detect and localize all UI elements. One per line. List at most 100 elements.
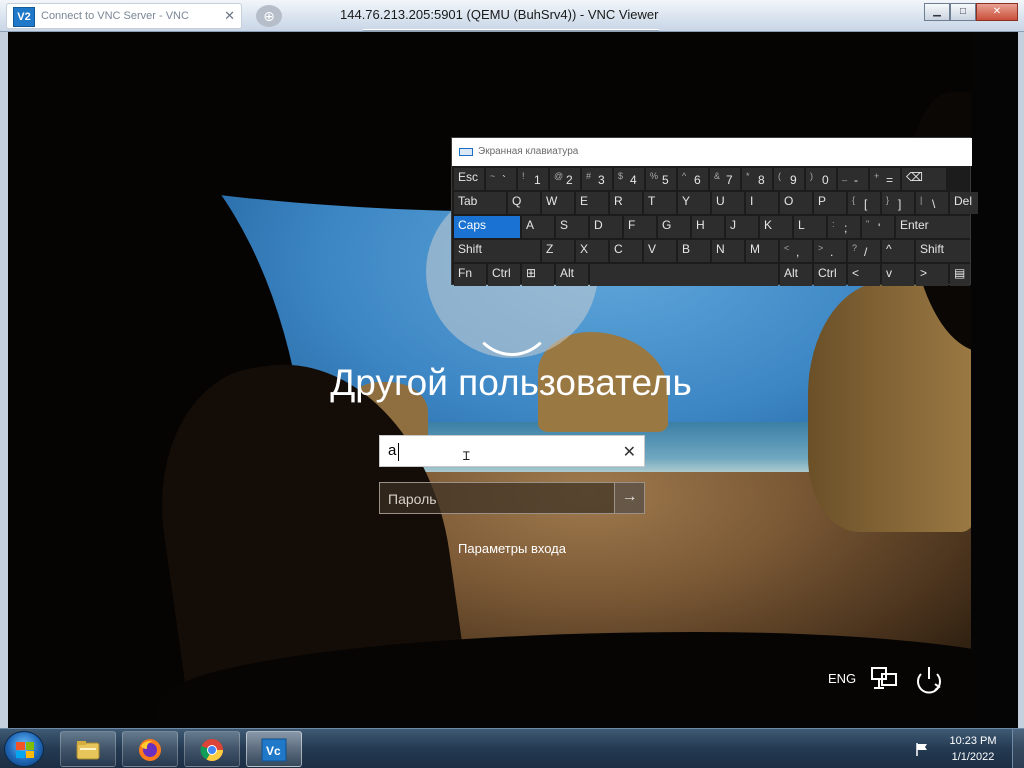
- osk-key[interactable]: U: [712, 192, 744, 214]
- osk-key[interactable]: ⌫: [902, 168, 946, 190]
- submit-arrow-button[interactable]: →: [614, 483, 644, 513]
- osk-key[interactable]: ^: [882, 240, 914, 262]
- osk-key[interactable]: J: [726, 216, 758, 238]
- osk-key[interactable]: N: [712, 240, 744, 262]
- osk-key[interactable]: Enter: [896, 216, 970, 238]
- osk-key[interactable]: G: [658, 216, 690, 238]
- osk-titlebar[interactable]: Экранная клавиатура: [452, 138, 972, 166]
- osk-key[interactable]: Del: [950, 192, 978, 214]
- osk-key[interactable]: Ctrl: [488, 264, 520, 286]
- tab-close-icon[interactable]: ✕: [224, 8, 235, 24]
- network-icon[interactable]: [870, 666, 900, 692]
- clear-icon[interactable]: ✕: [623, 442, 636, 462]
- remote-desktop[interactable]: Другой пользователь a Ɪ ✕ Пароль → Парам…: [8, 32, 1018, 728]
- osk-key[interactable]: % 5: [646, 168, 676, 190]
- osk-key[interactable]: " ': [862, 216, 894, 238]
- system-clock[interactable]: 10:23 PM 1/1/2022: [938, 733, 1008, 765]
- osk-key[interactable]: {[: [848, 192, 880, 214]
- show-desktop-button[interactable]: [1012, 729, 1024, 768]
- osk-key[interactable]: @2: [550, 168, 580, 190]
- osk-key[interactable]: Tab: [454, 192, 506, 214]
- osk-key[interactable]: #3: [582, 168, 612, 190]
- osk-key[interactable]: ~ `: [486, 168, 516, 190]
- user-name: Другой пользователь: [330, 362, 692, 403]
- signin-options-link[interactable]: Параметры входа: [428, 541, 596, 556]
- osk-key[interactable]: Shift: [916, 240, 970, 262]
- osk-key[interactable]: Shift: [454, 240, 540, 262]
- taskbar-explorer-button[interactable]: [60, 731, 116, 767]
- osk-key[interactable]: & 7: [710, 168, 740, 190]
- osk-key[interactable]: W: [542, 192, 574, 214]
- osk-key[interactable]: X: [576, 240, 608, 262]
- osk-key[interactable]: L: [794, 216, 826, 238]
- osk-key[interactable]: Y: [678, 192, 710, 214]
- osk-key-label: ⌫: [906, 170, 923, 184]
- osk-key[interactable]: O: [780, 192, 812, 214]
- osk-key[interactable]: Alt: [556, 264, 588, 286]
- start-button[interactable]: [4, 731, 44, 767]
- osk-key[interactable]: Fn: [454, 264, 486, 286]
- osk-key[interactable]: <,: [780, 240, 812, 262]
- osk-key[interactable]: (9: [774, 168, 804, 190]
- osk-key[interactable]: ? /: [848, 240, 880, 262]
- osk-key[interactable]: F: [624, 216, 656, 238]
- osk-key[interactable]: Caps: [454, 216, 520, 238]
- language-indicator[interactable]: ENG: [828, 671, 856, 686]
- osk-key[interactable]: M: [746, 240, 778, 262]
- osk-key[interactable]: _ -: [838, 168, 868, 190]
- maximize-button[interactable]: □: [950, 3, 976, 21]
- osk-key-label: I: [750, 194, 754, 208]
- osk-key[interactable]: B: [678, 240, 710, 262]
- osk-key[interactable]: ▤: [950, 264, 970, 286]
- osk-key[interactable]: >.: [814, 240, 846, 262]
- osk-key[interactable]: E: [576, 192, 608, 214]
- osk-key[interactable]: V: [644, 240, 676, 262]
- osk-key-shift-label: &: [714, 171, 721, 181]
- osk-key[interactable]: | \: [916, 192, 948, 214]
- close-button[interactable]: ✕: [976, 3, 1018, 21]
- osk-key[interactable]: C: [610, 240, 642, 262]
- osk-key[interactable]: K: [760, 216, 792, 238]
- taskbar-chrome-button[interactable]: [184, 731, 240, 767]
- taskbar-vnc-button[interactable]: Vc: [246, 731, 302, 767]
- toolbar-handle[interactable]: [363, 29, 659, 31]
- password-input[interactable]: Пароль →: [379, 482, 645, 514]
- osk-key[interactable]: P: [814, 192, 846, 214]
- osk-key[interactable]: v: [882, 264, 914, 286]
- osk-key[interactable]: * 8: [742, 168, 772, 190]
- osk-key[interactable]: ⊞: [522, 264, 554, 286]
- osk-key[interactable]: ^ 6: [678, 168, 708, 190]
- osk-key[interactable]: Z: [542, 240, 574, 262]
- osk-key[interactable]: R: [610, 192, 642, 214]
- osk-key[interactable]: Alt: [780, 264, 812, 286]
- osk-key[interactable]: $4: [614, 168, 644, 190]
- action-center-flag-icon[interactable]: [914, 741, 930, 757]
- osk-key[interactable]: I: [746, 192, 778, 214]
- osk-key[interactable]: <: [848, 264, 880, 286]
- new-tab-icon[interactable]: ⊕: [256, 5, 282, 27]
- osk-key[interactable]: [590, 264, 778, 286]
- accessibility-icon[interactable]: [913, 664, 945, 696]
- osk-key[interactable]: ! 1: [518, 168, 548, 190]
- osk-key-label: >: [920, 266, 928, 280]
- osk-key[interactable]: + =: [870, 168, 900, 190]
- osk-key[interactable]: :;: [828, 216, 860, 238]
- osk-key[interactable]: D: [590, 216, 622, 238]
- osk-key[interactable]: Q: [508, 192, 540, 214]
- osk-key[interactable]: T: [644, 192, 676, 214]
- vnc-titlebar[interactable]: V2 Connect to VNC Server - VNC ✕ ⊕ 144.7…: [0, 0, 1024, 32]
- vnc-tab[interactable]: V2 Connect to VNC Server - VNC ✕: [6, 3, 242, 29]
- osk-key[interactable]: S: [556, 216, 588, 238]
- osk-key[interactable]: Ctrl: [814, 264, 846, 286]
- osk-key[interactable]: Esc: [454, 168, 484, 190]
- osk-key[interactable]: A: [522, 216, 554, 238]
- on-screen-keyboard[interactable]: Экранная клавиатура Esc ~ `! 1 @2 #3 $4% 5 ^ 6 & 7 *…: [451, 137, 978, 286]
- osk-key[interactable]: ) 0: [806, 168, 836, 190]
- osk-key[interactable]: H: [692, 216, 724, 238]
- osk-key[interactable]: }]: [882, 192, 914, 214]
- osk-key[interactable]: >: [916, 264, 948, 286]
- minimize-button[interactable]: ▁: [924, 3, 950, 21]
- username-input[interactable]: a Ɪ ✕: [379, 435, 645, 467]
- osk-key-shift-label: !: [522, 171, 525, 181]
- taskbar-firefox-button[interactable]: [122, 731, 178, 767]
